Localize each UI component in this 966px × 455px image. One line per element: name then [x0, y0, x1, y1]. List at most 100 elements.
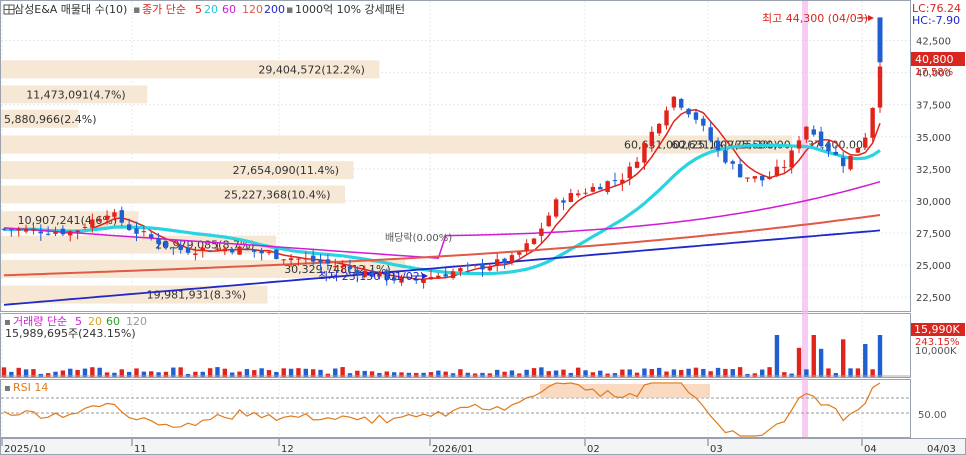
volume-bar: [774, 335, 780, 377]
candle-body: [266, 252, 272, 254]
candle-body: [458, 268, 463, 272]
candle-body: [428, 276, 434, 280]
volume-bar: [863, 343, 868, 377]
x-tick-label: 02: [587, 444, 600, 455]
candle-body: [38, 231, 44, 234]
candle-body: [450, 271, 456, 279]
candle-body: [679, 98, 684, 108]
candle-body-last: [877, 17, 883, 63]
volume-badge-text: 15,990K: [914, 323, 960, 336]
candle-body: [774, 166, 780, 176]
candle-body: [222, 248, 228, 252]
grid-icon[interactable]: [3, 4, 15, 15]
candle-body: [318, 260, 323, 263]
candle-body: [296, 258, 301, 260]
candle-body: [97, 219, 102, 222]
candle-body: [244, 249, 250, 251]
candle-body: [288, 258, 294, 261]
ma-20: 20: [204, 3, 218, 16]
candle-body: [833, 151, 839, 155]
volume-profile-label: 27,654,090(11.4%): [233, 164, 340, 177]
candle-body: [649, 131, 654, 147]
x-tick-label: 2026/01: [432, 444, 474, 455]
candle-body: [178, 244, 183, 250]
candle-body: [539, 228, 544, 236]
candle-body: [68, 231, 73, 236]
candle-body: [16, 228, 21, 231]
candle-body: [215, 248, 220, 250]
candle-body: [149, 234, 154, 238]
hc-value: HC:-7.90: [912, 14, 960, 27]
y-tick-label: 32,500: [916, 165, 951, 176]
candle-body: [259, 250, 264, 254]
candle-body: [561, 200, 566, 203]
y-tick-label: 22,500: [916, 293, 951, 304]
candle-body: [104, 215, 110, 220]
candle-body: [9, 229, 14, 231]
stock-chart[interactable]: 29,404,572(12.2%) 11,473,091(4.7%) 5,880,9…: [0, 0, 966, 455]
candle-body: [509, 255, 515, 263]
volume-bar: [745, 373, 750, 377]
candle-body: [325, 259, 331, 264]
candle-body: [333, 266, 338, 268]
ma-200: 200: [264, 3, 285, 16]
y-tick-label: 35,000: [916, 133, 951, 144]
candle-body: [877, 66, 883, 108]
candle-body: [598, 186, 603, 190]
candle-body: [31, 228, 36, 231]
ma-5: 5: [195, 3, 202, 16]
volume-bar: [818, 348, 824, 377]
candle-body: [340, 265, 345, 267]
candle-body: [737, 164, 743, 178]
menu-square-icon-2[interactable]: ▪: [286, 3, 293, 16]
candle-body: [671, 96, 677, 108]
candle-body: [840, 157, 846, 167]
candle-body: [303, 258, 309, 260]
candle-body: [730, 161, 735, 164]
candle-body: [524, 243, 529, 251]
candle-body: [480, 263, 485, 270]
candle-body: [804, 126, 809, 140]
y-tick-label: 42,500: [916, 37, 951, 48]
volume-bar: [796, 347, 802, 377]
candle-body: [634, 161, 640, 168]
rsi-label[interactable]: RSI 14: [13, 381, 48, 394]
volume-bar: [811, 335, 816, 377]
chart-title[interactable]: 삼성E&A 매물대 수(10): [14, 3, 127, 16]
candle-body: [848, 155, 853, 170]
candle-body: [811, 129, 816, 135]
low-annotation: 최저 23,150 (01/02): [318, 270, 424, 283]
rsi-menu-icon[interactable]: ▪: [4, 383, 11, 394]
candle-body: [612, 180, 618, 182]
candle-body: [126, 224, 132, 230]
volume-bar: [877, 335, 883, 377]
candle-body: [568, 193, 574, 202]
menu-square-icon[interactable]: ▪: [133, 3, 140, 16]
rsi-panel: [0, 379, 911, 438]
candle-body: [230, 249, 235, 253]
candle-body: [472, 264, 478, 266]
x-tick-label: 2025/10: [4, 444, 46, 455]
candle-body: [782, 166, 787, 168]
candle-body: [310, 255, 316, 262]
x-tick-label: 03: [710, 444, 723, 455]
candle-body: [642, 143, 647, 163]
candle-body: [686, 108, 691, 115]
candle-body: [45, 233, 51, 235]
candle-body: [141, 231, 147, 233]
candle-body: [760, 175, 765, 181]
volume-bar: [840, 339, 846, 377]
rsi-tick: 50.00: [918, 410, 947, 421]
candle-body: [575, 193, 581, 196]
candle-body: [193, 253, 198, 256]
candle-body: [627, 166, 632, 179]
ma-label[interactable]: 종가 단순: [142, 3, 186, 16]
volume-profile-label: 11,473,091(4.7%): [26, 88, 126, 101]
candle-body: [112, 212, 117, 217]
candle-body: [715, 140, 721, 151]
volume-profile-label: 25,227,368(10.4%): [224, 189, 331, 202]
y-tick-label: 37,500: [916, 101, 951, 112]
pattern-label[interactable]: 1000억 10% 강세패턴: [295, 3, 405, 16]
candle-body: [443, 274, 448, 277]
candle-body: [119, 210, 124, 223]
